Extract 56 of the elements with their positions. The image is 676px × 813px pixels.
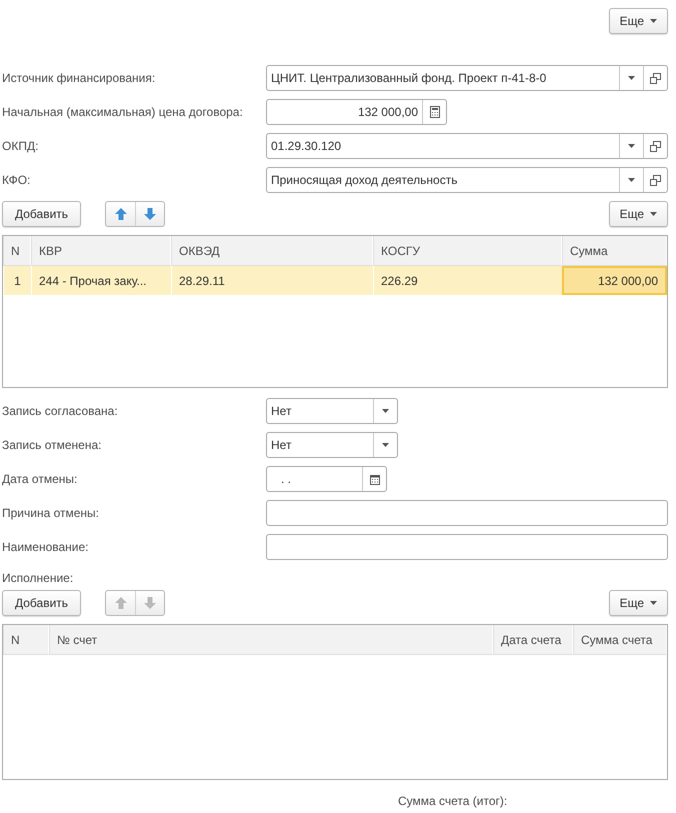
field-label: Причина отмены: [2, 505, 100, 522]
text-field[interactable] [266, 534, 668, 560]
arrow-down-icon [144, 208, 156, 220]
select-field[interactable]: Приносящая доход деятельность [266, 167, 668, 193]
dropdown-icon [382, 443, 389, 447]
arrow-up-icon [114, 597, 127, 609]
select-field[interactable]: 01.29.30.120 [266, 133, 668, 159]
column-header[interactable]: Сумма счета [573, 625, 667, 655]
column-header[interactable]: N [3, 236, 31, 266]
column-header[interactable]: № счет [49, 625, 493, 655]
select-field[interactable]: Нет [266, 432, 398, 458]
section-label: Исполнение: [2, 570, 74, 586]
text-field[interactable] [266, 500, 668, 526]
column-header[interactable]: КВР [31, 236, 171, 266]
field-label: ОКПД: [2, 138, 40, 155]
select-field[interactable]: ЦНИТ. Централизованный фонд. Проект п-41-8-0 [266, 65, 668, 91]
total-label: Сумма счета (итог): [398, 793, 508, 810]
field-label: Запись согласована: [2, 403, 119, 420]
caret-icon [650, 19, 657, 23]
calculator-icon [430, 106, 440, 118]
table-cell: 244 - Прочая заку... [31, 266, 171, 295]
column-header[interactable]: КОСГУ [373, 236, 562, 266]
more-button[interactable]: Еще [608, 8, 668, 34]
open-window-icon [650, 72, 661, 84]
add-button[interactable]: Добавить [2, 590, 82, 616]
table-cell: 1 [3, 266, 31, 295]
dropdown-icon [628, 178, 635, 182]
dropdown-icon [382, 409, 389, 413]
arrow-up-icon [114, 208, 127, 220]
caret-icon [650, 212, 657, 216]
open-window-icon [650, 140, 661, 152]
open-window-icon [650, 174, 661, 186]
add-button[interactable]: Добавить [2, 201, 82, 227]
more-button[interactable]: Еще [608, 590, 668, 616]
select-field[interactable]: Нет [266, 398, 398, 424]
table-cell: 132 000,00 [562, 266, 667, 295]
field-label: Начальная (максимальная) цена договора: [2, 104, 244, 121]
more-button[interactable]: Еще [608, 201, 668, 227]
column-header[interactable]: Сумма [562, 236, 667, 266]
date-field[interactable]: . . [266, 466, 387, 492]
caret-icon [650, 601, 657, 605]
column-header[interactable]: Дата счета [493, 625, 573, 655]
field-label: Источник финансирования: [2, 70, 156, 87]
table-cell: 226.29 [373, 266, 562, 295]
calendar-icon [370, 474, 380, 484]
table-cell: 28.29.11 [171, 266, 373, 295]
field-label: КФО: [2, 172, 32, 189]
field-label: Дата отмены: [2, 471, 78, 488]
column-header[interactable]: N [3, 625, 49, 655]
arrow-down-icon [144, 597, 156, 609]
number-field[interactable]: 132 000,00 [266, 99, 447, 125]
dropdown-icon [628, 76, 635, 80]
dropdown-icon [628, 144, 635, 148]
field-label: Наименование: [2, 539, 90, 556]
column-header[interactable]: ОКВЭД [171, 236, 373, 266]
field-label: Запись отменена: [2, 437, 102, 454]
